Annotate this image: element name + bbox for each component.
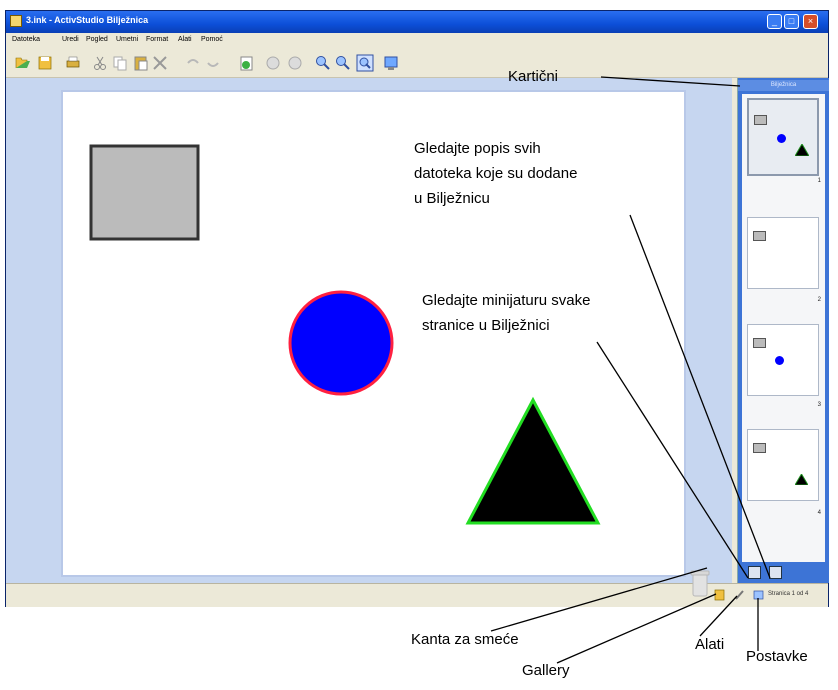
callout-files-1: Gledajte popis svih — [414, 140, 541, 157]
callout-line — [629, 214, 771, 579]
callout-line — [600, 76, 741, 87]
callout-trash: Kanta za smeće — [411, 631, 519, 648]
callout-line — [490, 567, 708, 632]
annotation-lines — [490, 76, 771, 664]
callout-line — [596, 341, 749, 579]
callout-line — [699, 595, 738, 637]
callout-tools: Alati — [695, 636, 725, 653]
callout-files-3: u Bilježnicu — [414, 190, 490, 207]
callout-files-2: datoteka koje su dodane — [414, 165, 578, 182]
callout-settings: Postavke — [746, 648, 808, 665]
callout-pages-2: stranice u Bilježnici — [422, 317, 550, 334]
callout-pages-1: Gledajte minijaturu svake — [422, 292, 591, 309]
callout-tabs: Kartični — [508, 68, 559, 85]
callout-gallery: Gallery — [522, 662, 570, 679]
